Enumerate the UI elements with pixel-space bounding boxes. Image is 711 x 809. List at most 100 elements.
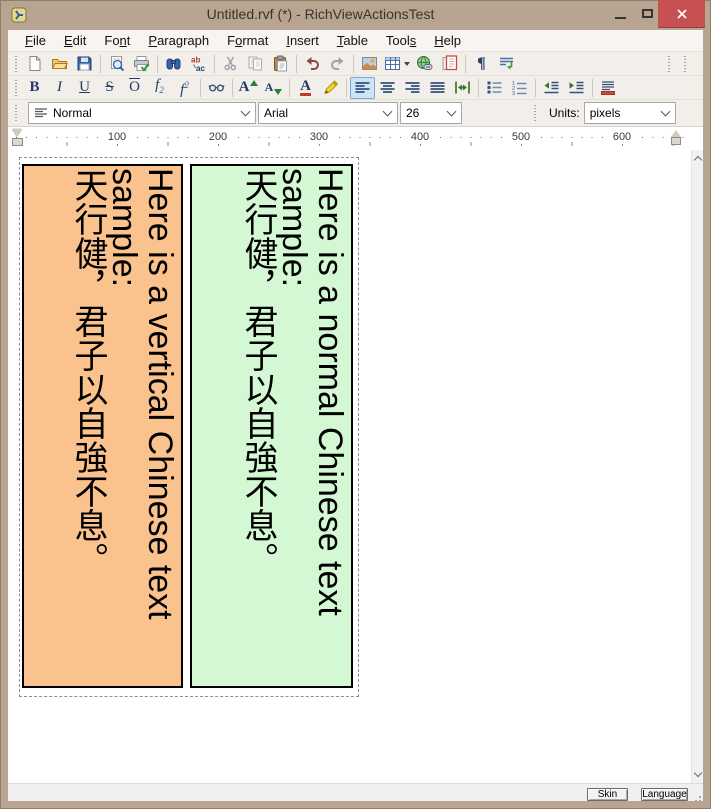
ruler[interactable]: 100200300400500600	[8, 127, 703, 150]
paste-button[interactable]	[268, 53, 293, 75]
menu-font[interactable]: Font	[95, 30, 139, 51]
close-icon	[676, 8, 688, 20]
paragraph-color-button[interactable]	[596, 77, 621, 99]
chevron-down-icon[interactable]	[241, 107, 251, 117]
open-folder-button[interactable]	[47, 53, 72, 75]
resize-grip[interactable]	[692, 790, 702, 800]
print-preview-button[interactable]	[104, 53, 129, 75]
toolbar-grip[interactable]	[15, 105, 17, 121]
toolbar-separator	[296, 55, 297, 73]
subscript-button[interactable]: f2	[147, 77, 172, 99]
insert-table-icon	[384, 55, 401, 72]
first-line-indent-marker[interactable]	[12, 129, 22, 137]
italic-button[interactable]: I	[47, 77, 72, 99]
chevron-down-icon[interactable]	[660, 107, 670, 117]
insert-table-button[interactable]	[382, 53, 412, 75]
align-right-button[interactable]	[400, 77, 425, 99]
font-combobox[interactable]: Arial	[258, 102, 398, 124]
redo-button[interactable]	[325, 53, 350, 75]
titlebar[interactable]: Untitled.rvf (*) - RichViewActionsTest	[0, 0, 711, 30]
left-indent-marker[interactable]	[12, 138, 23, 146]
app-window: Untitled.rvf (*) - RichViewActionsTest F…	[0, 0, 711, 809]
menu-insert[interactable]: Insert	[277, 30, 328, 51]
language-button[interactable]: Language	[641, 788, 688, 801]
minimize-button[interactable]	[606, 0, 634, 27]
increase-indent-button[interactable]	[564, 77, 589, 99]
line-breaks-button[interactable]	[494, 53, 519, 75]
toolbar-grip[interactable]	[534, 105, 536, 121]
decrease-indent-button[interactable]	[539, 77, 564, 99]
menu-edit[interactable]: Edit	[55, 30, 95, 51]
right-indent-marker[interactable]	[671, 130, 681, 137]
shrink-font-button[interactable]: A	[261, 77, 286, 99]
units-combobox[interactable]: pixels	[584, 102, 676, 124]
toolbar-standard: abac ¶	[8, 52, 703, 76]
print-button[interactable]	[129, 53, 154, 75]
replace-button[interactable]: abac	[186, 53, 211, 75]
undo-button[interactable]	[300, 53, 325, 75]
toolbar-grip[interactable]	[668, 56, 670, 72]
toolbar-grip[interactable]	[15, 56, 17, 72]
hyperlink-button[interactable]	[412, 53, 437, 75]
menu-paragraph[interactable]: Paragraph	[139, 30, 218, 51]
text-highlight-button[interactable]	[318, 77, 343, 99]
text-line: 天行健，君子以自強不息。	[240, 168, 276, 684]
new-document-button[interactable]	[22, 53, 47, 75]
close-button[interactable]	[658, 0, 705, 28]
bold-button[interactable]: B	[22, 77, 47, 99]
menu-help[interactable]: Help	[425, 30, 470, 51]
cut-button[interactable]	[218, 53, 243, 75]
justify-button[interactable]	[425, 77, 450, 99]
show-paragraph-marks-button[interactable]: ¶	[469, 53, 494, 75]
skin-button[interactable]: Skin	[587, 788, 628, 801]
fit-width-button[interactable]	[450, 77, 475, 99]
save-button[interactable]	[72, 53, 97, 75]
right-indent-marker-base[interactable]	[671, 137, 681, 145]
window-title: Untitled.rvf (*) - RichViewActionsTest	[40, 6, 601, 22]
maximize-button[interactable]	[634, 0, 660, 27]
grow-font-button[interactable]: A	[236, 77, 261, 99]
menu-format[interactable]: Format	[218, 30, 277, 51]
ruler-number: 500	[509, 131, 533, 144]
menu-table[interactable]: Table	[328, 30, 377, 51]
paragraph-style-icon	[34, 106, 48, 120]
vertical-scrollbar[interactable]	[691, 150, 703, 783]
align-center-button[interactable]	[375, 77, 400, 99]
normal-text-cell[interactable]: Here is a normal Chinese textsample:天行健，…	[190, 164, 353, 688]
bullets-button[interactable]	[482, 77, 507, 99]
chevron-down-icon[interactable]	[447, 107, 457, 117]
toolbar-grip[interactable]	[15, 80, 17, 96]
scroll-up-button[interactable]	[692, 150, 703, 167]
font-size-combobox[interactable]: 26	[400, 102, 462, 124]
text-line: Here is a vertical Chinese text	[142, 168, 178, 684]
vertical-text-cell[interactable]: Here is a vertical Chinese textsample:天行…	[22, 164, 183, 688]
underline-button[interactable]: U	[72, 77, 97, 99]
toolbar-separator	[465, 55, 466, 73]
paste-special-button[interactable]	[437, 53, 462, 75]
menubar: FileEditFontParagraphFormatInsertTableTo…	[8, 30, 703, 52]
align-right-icon	[404, 79, 421, 96]
copy-button[interactable]	[243, 53, 268, 75]
superscript-button[interactable]: f2	[172, 77, 197, 99]
insert-picture-button[interactable]	[357, 53, 382, 75]
numbering-button[interactable]: 123	[507, 77, 532, 99]
font-combobox-value: Arial	[264, 106, 380, 120]
toolbar-separator	[289, 79, 290, 97]
overline-button[interactable]: O	[122, 77, 147, 99]
align-left-button[interactable]	[350, 77, 375, 99]
font-color-button[interactable]: A	[293, 77, 318, 99]
overline-icon: O	[129, 79, 140, 96]
scroll-down-button[interactable]	[692, 766, 703, 783]
find-button[interactable]	[161, 53, 186, 75]
hidden-text-button[interactable]	[204, 77, 229, 99]
chevron-down-icon[interactable]	[383, 107, 393, 117]
strikethrough-button[interactable]: S	[97, 77, 122, 99]
style-combobox[interactable]: Normal	[28, 102, 256, 124]
editor-canvas[interactable]: Here is a vertical Chinese textsample:天行…	[8, 150, 703, 783]
menu-tools[interactable]: Tools	[377, 30, 425, 51]
menu-file[interactable]: File	[16, 30, 55, 51]
insert-table-dropdown-icon[interactable]	[404, 62, 410, 66]
toolbar-grip[interactable]	[684, 56, 686, 72]
ruler-number: 400	[408, 131, 432, 144]
text-line: 天行健，君子以自強不息。	[70, 168, 106, 684]
